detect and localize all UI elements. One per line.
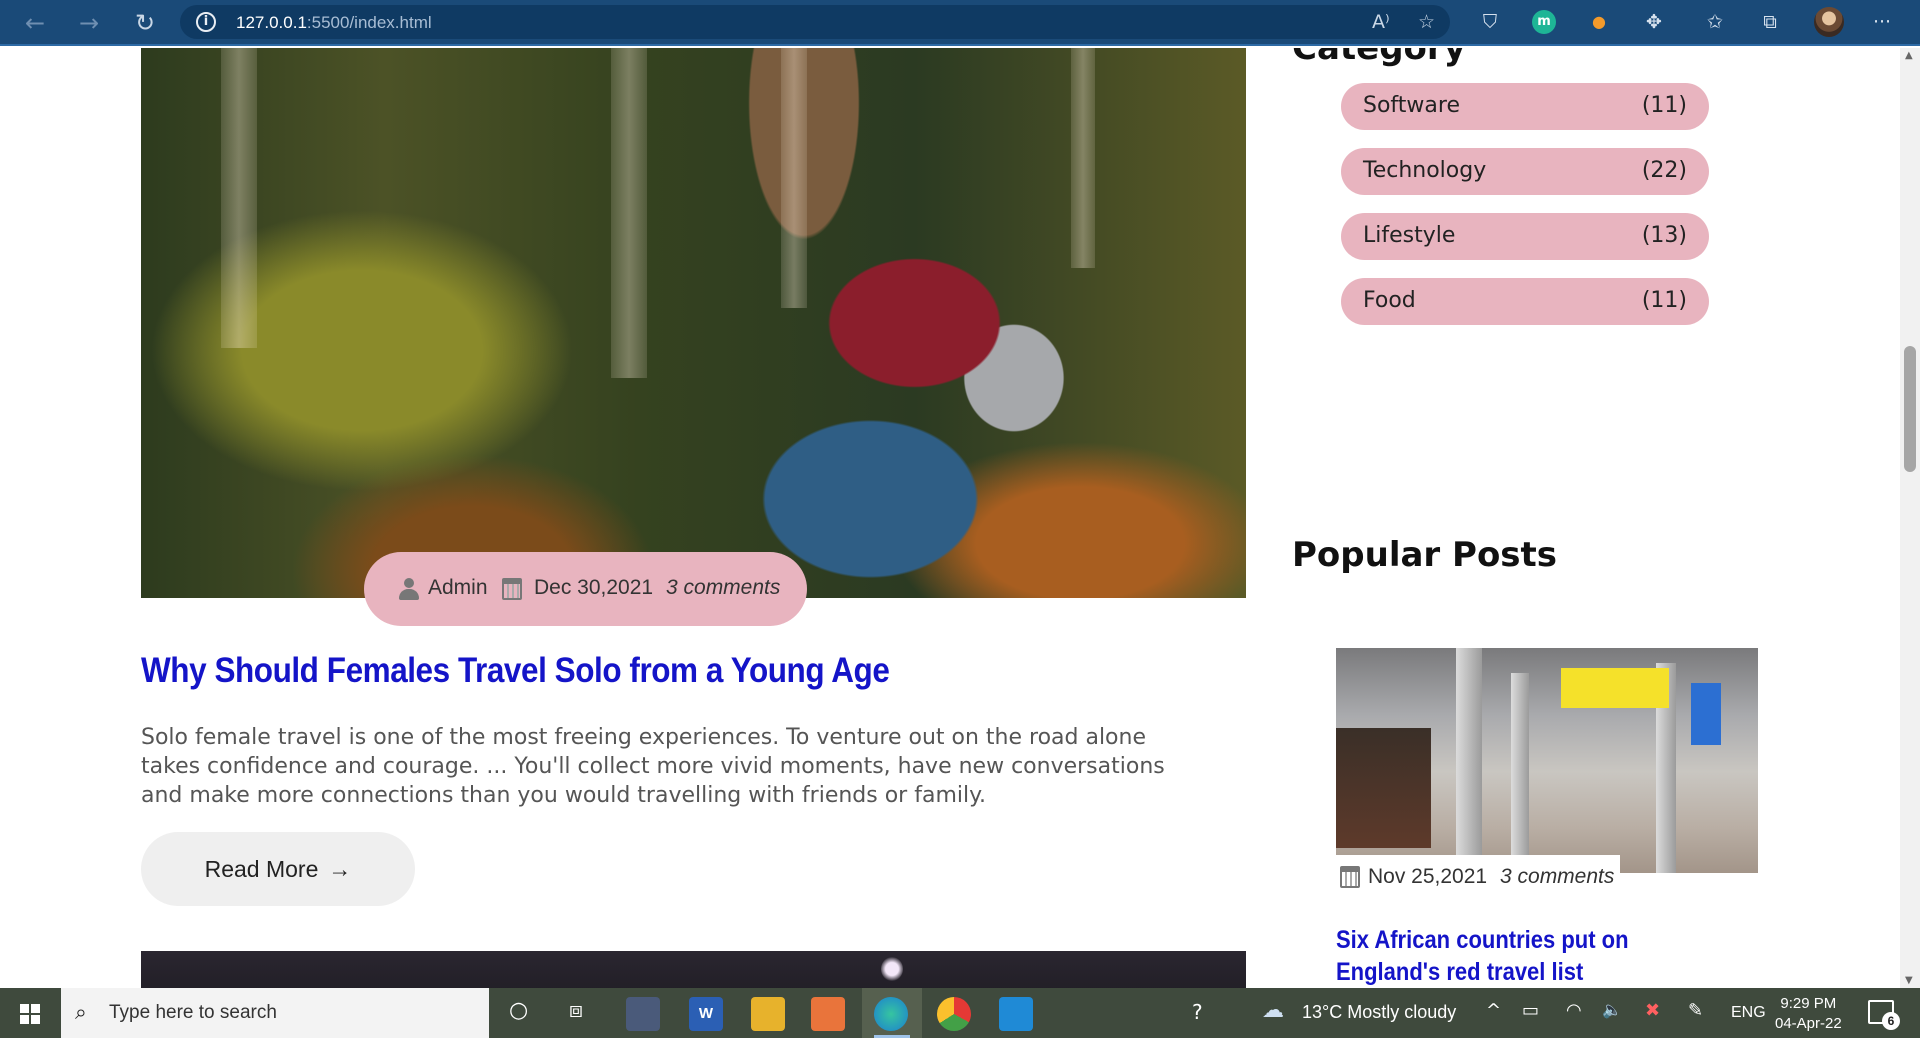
collections-icon[interactable]: ⧉ [1758, 10, 1782, 34]
popular-post-image[interactable] [1336, 648, 1758, 873]
category-item-lifestyle[interactable]: Lifestyle (13) [1341, 213, 1709, 260]
category-item-software[interactable]: Software (11) [1341, 83, 1709, 130]
popular-post-meta: Nov 25,2021 3 comments [1336, 855, 1620, 897]
calendar-icon [502, 578, 522, 600]
post-featured-image [141, 48, 1246, 598]
calendar-icon [1340, 866, 1360, 888]
vscode-app-icon[interactable] [999, 997, 1033, 1031]
next-post-image [141, 951, 1246, 988]
category-count: (11) [1641, 288, 1687, 313]
tree-trunk [781, 48, 807, 308]
category-name: Software [1363, 93, 1460, 118]
category-name: Food [1363, 288, 1416, 313]
system-clock[interactable]: 9:29 PM 04-Apr-22 [1775, 994, 1842, 1034]
notification-count-badge: 6 [1882, 1012, 1900, 1030]
m-extension-icon[interactable]: m [1532, 10, 1556, 34]
more-menu-icon[interactable]: ··· [1870, 10, 1894, 34]
cortana-icon[interactable]: ○ [509, 998, 528, 1023]
extensions-icon[interactable]: ✥ [1642, 10, 1666, 34]
add-favorite-icon[interactable]: ☆ [1418, 11, 1435, 33]
site-info-icon[interactable]: i [196, 12, 216, 32]
file-explorer-icon[interactable] [751, 997, 785, 1031]
category-count: (11) [1641, 93, 1687, 118]
category-heading: Category [1292, 48, 1466, 68]
shield-extension-icon[interactable]: ⛉ [1478, 10, 1502, 34]
windows-start-icon[interactable] [20, 1004, 40, 1024]
tree-trunk [1071, 48, 1095, 268]
dot-extension-icon[interactable]: ● [1587, 10, 1611, 34]
pillar [1511, 673, 1529, 873]
read-aloud-icon[interactable]: A⁾ [1372, 11, 1390, 33]
show-hidden-icons-icon[interactable]: ^ [1486, 1000, 1501, 1021]
scroll-up-arrow-icon[interactable]: ▲ [1905, 50, 1913, 61]
post-excerpt: Solo female travel is one of the most fr… [141, 725, 1165, 808]
chrome-browser-icon[interactable] [937, 997, 971, 1031]
read-more-button[interactable]: Read More → [141, 832, 415, 906]
popular-posts-heading: Popular Posts [1292, 535, 1558, 575]
post-author[interactable]: Admin [428, 576, 488, 600]
info-board [1691, 683, 1721, 745]
post-comments[interactable]: 3 comments [666, 576, 780, 600]
weather-icon[interactable]: ☁ [1262, 998, 1284, 1023]
category-item-technology[interactable]: Technology (22) [1341, 148, 1709, 195]
category-count: (22) [1641, 158, 1687, 183]
taskbar-search[interactable]: ⌕ Type here to search [61, 988, 489, 1038]
security-alert-icon[interactable]: ✖ [1645, 1000, 1660, 1021]
departure-sign [1561, 668, 1669, 708]
profile-avatar[interactable] [1814, 7, 1844, 37]
forward-button[interactable]: → [74, 8, 104, 38]
category-name: Technology [1363, 158, 1487, 183]
pillar [1456, 648, 1482, 873]
scroll-thumb[interactable] [1904, 346, 1916, 472]
read-more-label: Read More [204, 855, 319, 882]
clock-time: 9:29 PM [1780, 995, 1837, 1012]
task-view-icon[interactable]: ⧈ [569, 998, 583, 1023]
clock-date: 04-Apr-22 [1775, 1015, 1842, 1032]
help-icon[interactable]: ? [1192, 1000, 1203, 1024]
address-url[interactable]: 127.0.0.1:5500/index.html [236, 13, 432, 33]
search-placeholder: Type here to search [109, 1002, 277, 1023]
word-app-icon[interactable]: W [689, 997, 723, 1031]
category-count: (13) [1641, 223, 1687, 248]
pen-icon[interactable]: ✎ [1688, 1000, 1703, 1021]
media-player-icon[interactable] [811, 997, 845, 1031]
wifi-icon[interactable]: ◠ [1566, 1000, 1582, 1021]
page-scrollbar[interactable]: ▲ ▼ [1900, 48, 1920, 988]
windows-taskbar: ⌕ Type here to search ○ ⧈ W ? ☁ 13°C Mos… [0, 988, 1920, 1038]
reload-button[interactable]: ↻ [130, 8, 160, 38]
edge-browser-icon[interactable] [874, 997, 908, 1031]
dell-app-icon[interactable] [626, 997, 660, 1031]
post-date: Dec 30,2021 [534, 576, 654, 599]
category-name: Lifestyle [1363, 223, 1456, 248]
browser-toolbar: ← → ↻ i 127.0.0.1:5500/index.html A⁾ ☆ ⛉… [0, 0, 1920, 46]
url-host: 127.0.0.1 [236, 13, 307, 32]
weather-status[interactable]: 13°C Mostly cloudy [1302, 1002, 1456, 1023]
url-path: :5500/index.html [306, 13, 432, 32]
popular-post-title[interactable]: Six African countries put on England's r… [1336, 924, 1706, 988]
page-content: Admin Dec 30,2021 3 comments Why Should … [0, 48, 1900, 988]
popular-post-date: Nov 25,2021 [1368, 865, 1488, 888]
address-bar[interactable]: i 127.0.0.1:5500/index.html A⁾ ☆ [180, 5, 1450, 39]
volume-icon[interactable]: 🔈 [1602, 1000, 1622, 1019]
shopfront [1336, 728, 1431, 848]
popular-post-comments[interactable]: 3 comments [1500, 865, 1614, 889]
post-title[interactable]: Why Should Females Travel Solo from a Yo… [141, 651, 890, 691]
back-button[interactable]: ← [20, 8, 50, 38]
battery-icon[interactable]: ▭ [1522, 1000, 1539, 1021]
arrow-right-icon: → [328, 855, 352, 882]
tree-trunk [221, 48, 257, 348]
scroll-down-arrow-icon[interactable]: ▼ [1905, 975, 1913, 986]
category-item-food[interactable]: Food (11) [1341, 278, 1709, 325]
post-meta: Admin Dec 30,2021 3 comments [364, 552, 807, 626]
tree-trunk [611, 48, 647, 378]
user-icon [399, 578, 419, 600]
search-icon: ⌕ [75, 1000, 87, 1024]
favorites-icon[interactable]: ✩ [1703, 10, 1727, 34]
input-language[interactable]: ENG [1731, 1004, 1766, 1022]
